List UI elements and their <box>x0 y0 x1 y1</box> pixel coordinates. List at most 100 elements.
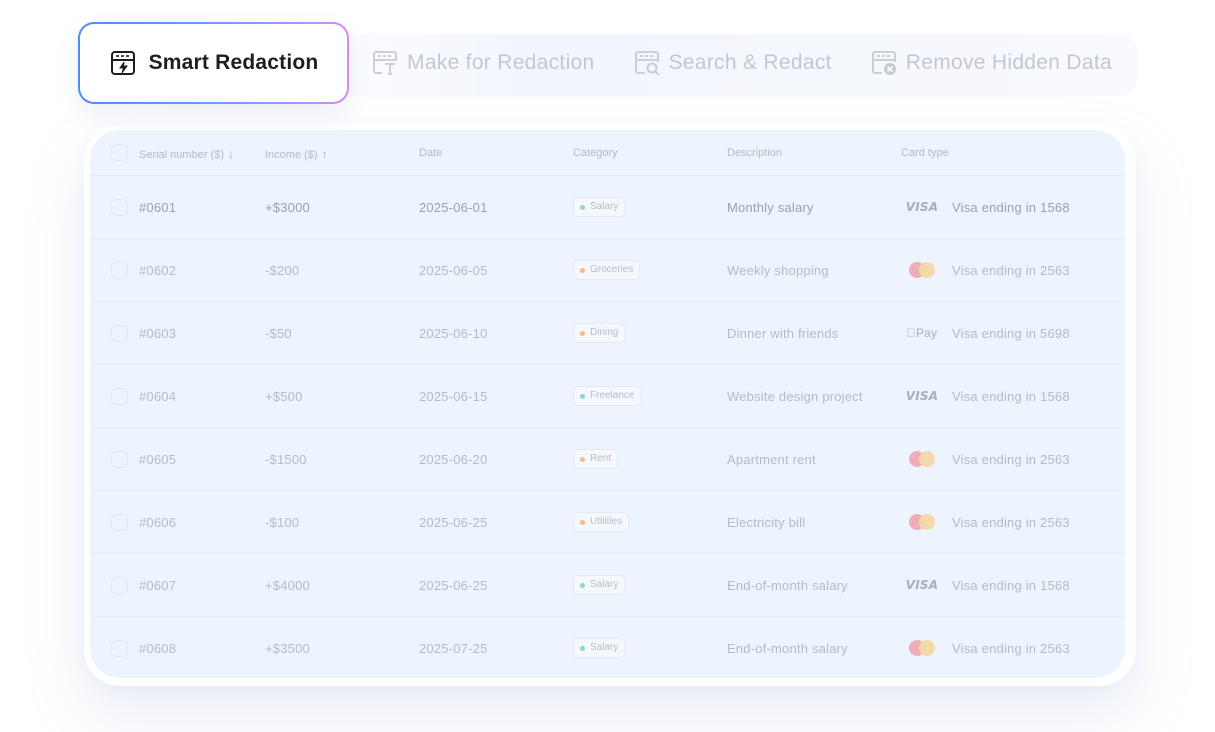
search-redact-icon <box>633 49 661 77</box>
card-brand <box>906 637 938 659</box>
cell-date: 2025-06-01 <box>419 200 488 215</box>
card-brand <box>906 448 938 470</box>
row-checkbox[interactable] <box>111 514 128 531</box>
table-row[interactable]: #0606 -$100 2025-06-25 Utilities Electricity… <box>90 491 1125 554</box>
mastercard-logo-icon <box>908 451 936 467</box>
row-checkbox[interactable] <box>111 262 128 279</box>
cell-income: -$200 <box>265 263 300 278</box>
sort-desc-icon[interactable]: ↓ <box>228 147 234 161</box>
cell-income: +$500 <box>265 389 303 404</box>
category-badge: Salary <box>573 575 626 595</box>
mastercard-logo-icon <box>908 640 936 656</box>
category-dot <box>580 646 585 651</box>
visa-logo-icon: VISA <box>905 578 939 592</box>
header-serial[interactable]: Serial number ($) ↓ <box>139 147 234 161</box>
cell-date: 2025-06-05 <box>419 263 488 278</box>
card-brand: VISA <box>906 385 938 407</box>
cell-income: -$1500 <box>265 452 307 467</box>
table-row[interactable]: #0604 +$500 2025-06-15 Freelance Website des… <box>90 365 1125 428</box>
row-checkbox[interactable] <box>111 640 128 657</box>
header-card-type: Card type <box>901 147 949 159</box>
category-dot <box>580 520 585 525</box>
tab-search-redact[interactable]: Search & Redact <box>633 22 832 104</box>
apple-pay-logo-icon: Pay <box>907 326 937 340</box>
cell-date: 2025-06-15 <box>419 389 488 404</box>
select-all-checkbox[interactable] <box>111 144 128 161</box>
cell-card: Visa ending in 2563 <box>952 641 1070 656</box>
tab-smart-redaction[interactable]: Smart Redaction <box>78 22 349 104</box>
cell-card: Visa ending in 2563 <box>952 515 1070 530</box>
cell-serial: #0605 <box>139 452 177 467</box>
visa-logo-icon: VISA <box>905 200 939 214</box>
table-row[interactable]: #0607 +$4000 2025-06-25 Salary End-of-month … <box>90 554 1125 617</box>
cell-serial: #0608 <box>139 641 177 656</box>
cell-income: -$100 <box>265 515 300 530</box>
category-dot <box>580 394 585 399</box>
header-category: Category <box>573 147 618 159</box>
table-row[interactable]: #0602 -$200 2025-06-05 Groceries Weekly shop… <box>90 239 1125 302</box>
table-row[interactable]: #0603 -$50 2025-06-10 Dining Dinner with fri… <box>90 302 1125 365</box>
category-dot <box>580 583 585 588</box>
card-brand: VISA <box>906 574 938 596</box>
mark-redaction-icon <box>371 49 399 77</box>
category-badge: Groceries <box>573 260 641 280</box>
table-header: Serial number ($) ↓ Income ($) ↑ Date Cate… <box>90 130 1125 176</box>
row-checkbox[interactable] <box>111 577 128 594</box>
cell-date: 2025-06-10 <box>419 326 488 341</box>
category-badge: Salary <box>573 638 626 658</box>
cell-serial: #0602 <box>139 263 177 278</box>
sort-asc-icon[interactable]: ↑ <box>322 147 328 161</box>
table-row[interactable]: #0605 -$1500 2025-06-20 Rent Apartment rent V… <box>90 428 1125 491</box>
cell-description: Website design project <box>727 389 863 404</box>
tab-remove-hidden-data[interactable]: Remove Hidden Data <box>870 22 1112 104</box>
row-checkbox[interactable] <box>111 199 128 216</box>
category-dot <box>580 331 585 336</box>
category-dot <box>580 457 585 462</box>
category-dot <box>580 205 585 210</box>
smart-redaction-icon <box>109 49 137 77</box>
header-date: Date <box>419 147 443 159</box>
category-badge: Dining <box>573 323 626 343</box>
cell-card: Visa ending in 1568 <box>952 389 1070 404</box>
mastercard-logo-icon <box>908 262 936 278</box>
cell-card: Visa ending in 2563 <box>952 452 1070 467</box>
mastercard-logo-icon <box>908 514 936 530</box>
cell-serial: #0601 <box>139 200 177 215</box>
category-badge: Rent <box>573 449 619 469</box>
category-badge: Utilities <box>573 512 630 532</box>
cell-serial: #0603 <box>139 326 177 341</box>
tab-make-for-redaction[interactable]: Make for Redaction <box>371 22 595 104</box>
category-dot <box>580 268 585 273</box>
tab-label: Smart Redaction <box>148 51 319 74</box>
redaction-tabs: Smart Redaction Make for Redaction Searc… <box>78 22 1138 104</box>
cell-card: Visa ending in 1568 <box>952 578 1070 593</box>
cell-card: Visa ending in 1568 <box>952 200 1070 215</box>
cell-description: Electricity bill <box>727 515 806 530</box>
cell-card: Visa ending in 2563 <box>952 263 1070 278</box>
cell-income: +$3500 <box>265 641 310 656</box>
row-checkbox[interactable] <box>111 451 128 468</box>
transactions-table: Serial number ($) ↓ Income ($) ↑ Date Cate… <box>90 130 1125 678</box>
row-checkbox[interactable] <box>111 325 128 342</box>
table-row[interactable]: #0601 +$3000 2025-06-01 Salary Monthly salar… <box>90 176 1125 239</box>
cell-income: +$4000 <box>265 578 310 593</box>
cell-serial: #0607 <box>139 578 177 593</box>
header-income[interactable]: Income ($) ↑ <box>265 147 328 161</box>
tab-label: Remove Hidden Data <box>905 51 1112 74</box>
header-description: Description <box>727 147 783 159</box>
cell-card: Visa ending in 5698 <box>952 326 1070 341</box>
card-brand <box>906 259 938 281</box>
card-brand <box>906 511 938 533</box>
category-badge: Freelance <box>573 386 642 406</box>
cell-serial: #0604 <box>139 389 177 404</box>
row-checkbox[interactable] <box>111 388 128 405</box>
visa-logo-icon: VISA <box>905 389 939 403</box>
category-badge: Salary <box>573 197 626 217</box>
cell-description: Weekly shopping <box>727 263 829 278</box>
card-brand: Pay <box>906 322 938 344</box>
card-brand: VISA <box>906 196 938 218</box>
cell-income: +$3000 <box>265 200 310 215</box>
remove-hidden-data-icon <box>870 49 898 77</box>
tab-label: Search & Redact <box>668 51 832 74</box>
table-row[interactable]: #0608 +$3500 2025-07-25 Salary End-of-month … <box>90 617 1125 678</box>
